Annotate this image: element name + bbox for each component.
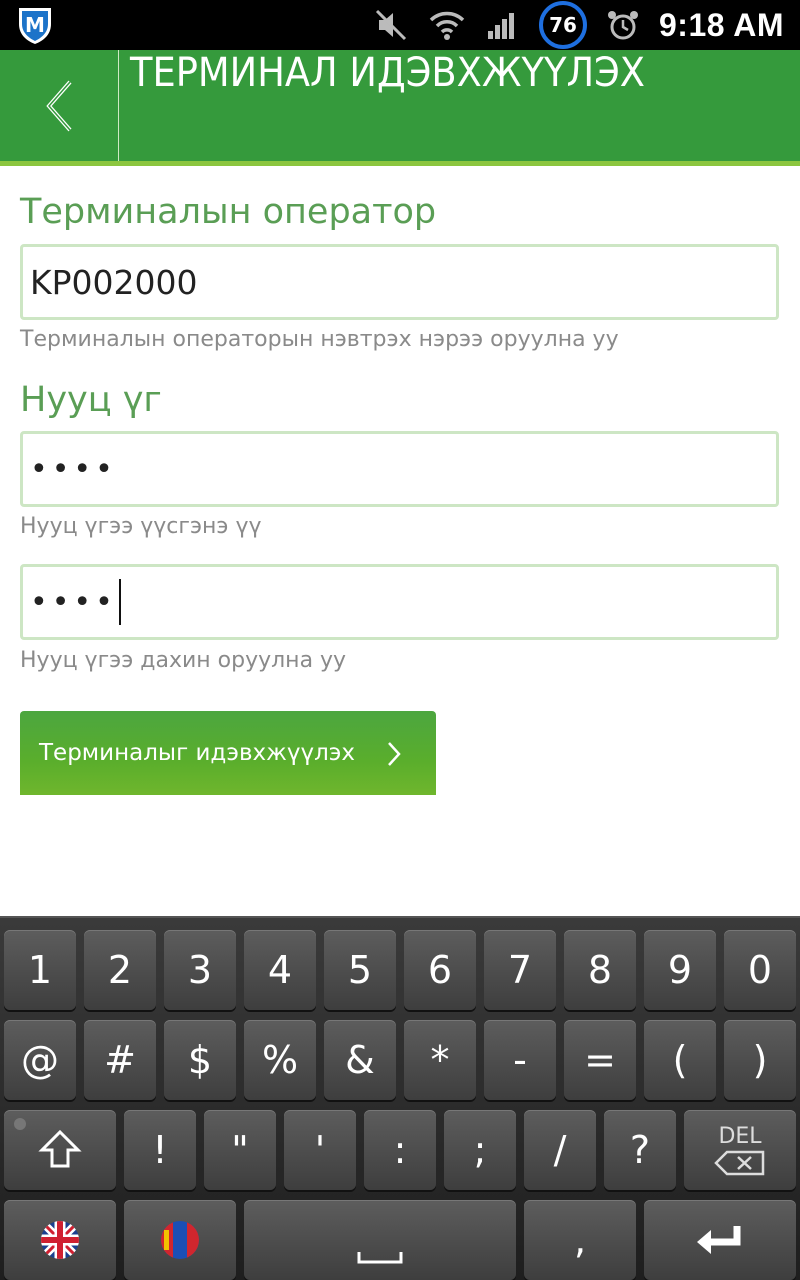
header-divider (118, 50, 119, 161)
key-apostrophe[interactable]: ' (284, 1110, 356, 1190)
uk-flag-icon (41, 1221, 79, 1259)
comma-key[interactable]: , (524, 1200, 636, 1280)
soft-keyboard: 1 2 3 4 5 6 7 8 9 0 @ # $ % & * - = ( ) … (0, 916, 800, 1280)
shift-arrow-icon (38, 1129, 82, 1168)
key-9[interactable]: 9 (644, 930, 716, 1010)
key-2[interactable]: 2 (84, 930, 156, 1010)
mongolia-flag-icon (161, 1221, 199, 1259)
chevron-left-icon (46, 80, 72, 131)
password-confirm-value: •••• (30, 584, 117, 620)
key-asterisk[interactable]: * (404, 1020, 476, 1100)
operator-input[interactable]: KP002000 (20, 244, 779, 320)
back-button[interactable] (0, 50, 118, 161)
key-1[interactable]: 1 (4, 930, 76, 1010)
key-5[interactable]: 5 (324, 930, 396, 1010)
status-bar: M 76 9:18 AM (0, 0, 800, 50)
operator-label: Терминалын оператор (20, 192, 437, 232)
key-7[interactable]: 7 (484, 930, 556, 1010)
enter-key[interactable] (644, 1200, 796, 1280)
key-ampersand[interactable]: & (324, 1020, 396, 1100)
shift-key[interactable] (4, 1110, 116, 1190)
password-value: •••• (30, 451, 117, 487)
key-paren-close[interactable]: ) (724, 1020, 796, 1100)
key-dollar[interactable]: $ (164, 1020, 236, 1100)
delete-key-label: DEL (718, 1123, 762, 1149)
battery-indicator: 76 (538, 1, 587, 49)
password-hint: Нууц үгээ үүсгэнэ үү (20, 514, 262, 539)
password-label: Нууц үг (20, 380, 162, 420)
key-minus[interactable]: - (484, 1020, 556, 1100)
key-paren-open[interactable]: ( (644, 1020, 716, 1100)
mongolian-language-key[interactable] (124, 1200, 236, 1280)
password-input[interactable]: •••• (20, 431, 779, 507)
clock: 9:18 AM (658, 6, 784, 43)
app-header: ТЕРМИНАЛ ИДЭВХЖҮҮЛЭХ (0, 50, 800, 166)
app-icon-letter: M (25, 13, 45, 37)
key-percent[interactable]: % (244, 1020, 316, 1100)
key-3[interactable]: 3 (164, 930, 236, 1010)
activate-terminal-label: Терминалыг идэвхжүүлэх (39, 740, 356, 766)
key-hash[interactable]: # (84, 1020, 156, 1100)
key-slash[interactable]: / (524, 1110, 596, 1190)
space-key[interactable] (244, 1200, 516, 1280)
password-confirm-input[interactable]: •••• (20, 564, 779, 640)
key-at[interactable]: @ (4, 1020, 76, 1100)
key-exclamation[interactable]: ! (124, 1110, 196, 1190)
mute-icon (371, 5, 411, 45)
text-cursor (118, 579, 121, 625)
password-confirm-hint: Нууц үгээ дахин оруулна уу (20, 648, 347, 673)
enter-arrow-icon (697, 1226, 741, 1254)
english-language-key[interactable] (4, 1200, 116, 1280)
chevron-right-icon (388, 742, 401, 766)
activate-terminal-button[interactable]: Терминалыг идэвхжүүлэх (20, 711, 436, 795)
key-8[interactable]: 8 (564, 930, 636, 1010)
alarm-icon (603, 5, 643, 45)
key-colon[interactable]: : (364, 1110, 436, 1190)
key-6[interactable]: 6 (404, 930, 476, 1010)
operator-hint: Терминалын операторын нэвтрэх нэрээ оруу… (20, 327, 619, 352)
shift-indicator (14, 1118, 26, 1130)
key-double-quote[interactable]: " (204, 1110, 276, 1190)
delete-key[interactable]: DEL (684, 1110, 796, 1190)
space-bar-icon (357, 1252, 403, 1264)
page-title: ТЕРМИНАЛ ИДЭВХЖҮҮЛЭХ (130, 50, 646, 96)
backspace-icon (714, 1150, 765, 1175)
mcafee-shield-icon: M (14, 4, 56, 46)
key-semicolon[interactable]: ; (444, 1110, 516, 1190)
key-4[interactable]: 4 (244, 930, 316, 1010)
key-0[interactable]: 0 (724, 930, 796, 1010)
key-question[interactable]: ? (604, 1110, 676, 1190)
key-equals[interactable]: = (564, 1020, 636, 1100)
signal-icon (483, 5, 523, 45)
operator-value: KP002000 (30, 262, 198, 302)
wifi-icon (427, 5, 467, 45)
